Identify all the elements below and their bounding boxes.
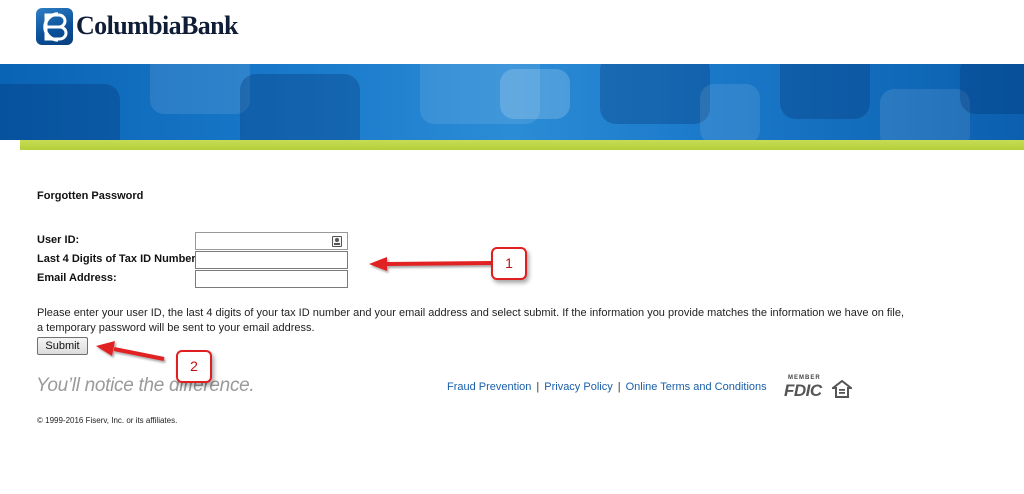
email-label: Email Address: [37, 272, 117, 284]
annotation-badge-2: 2 [176, 350, 212, 383]
submit-button[interactable]: Submit [37, 337, 88, 355]
bank-logo-icon [36, 7, 73, 45]
bank-logo[interactable]: ColumbiaBank [36, 7, 238, 45]
equal-housing-lender-icon [832, 380, 852, 398]
link-separator: | [617, 381, 621, 393]
instructions-text: Please enter your user ID, the last 4 di… [37, 307, 904, 334]
annotation-arrow-2 [96, 341, 165, 361]
header-banner [0, 64, 1024, 140]
annotation-badge-1: 1 [491, 247, 527, 280]
bank-name: ColumbiaBank [76, 11, 238, 40]
page-title: Forgotten Password [37, 190, 144, 202]
fdic-text: FDIC [784, 381, 822, 400]
footer-links: Fraud Prevention | Privacy Policy | Online T… [447, 381, 767, 393]
fraud-prevention-link[interactable]: Fraud Prevention [447, 381, 531, 393]
annotation-arrow-1 [369, 257, 492, 271]
user-id-label: User ID: [37, 234, 80, 246]
tagline: You’ll notice the difference. [36, 375, 255, 396]
link-separator: | [536, 381, 540, 393]
tax-id-input[interactable] [195, 251, 348, 269]
accent-stripe [0, 140, 1024, 150]
contact-card-icon[interactable] [332, 236, 342, 247]
online-terms-link[interactable]: Online Terms and Conditions [626, 381, 767, 393]
email-input[interactable] [195, 270, 348, 288]
user-id-input[interactable] [195, 232, 348, 250]
copyright-text: © 1999-2016 Fiserv, Inc. or its affiliat… [37, 416, 178, 425]
privacy-policy-link[interactable]: Privacy Policy [544, 381, 612, 393]
tax-id-label: Last 4 Digits of Tax ID Number: [37, 253, 200, 265]
